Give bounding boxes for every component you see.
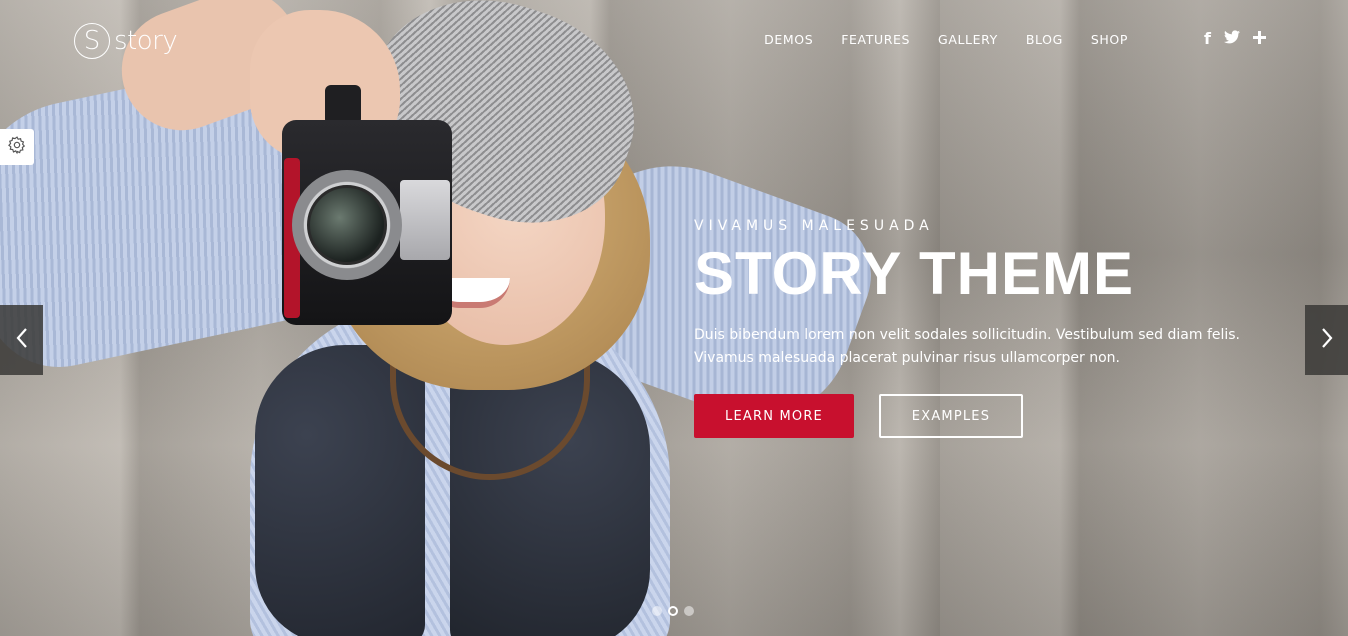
- twitter-icon[interactable]: [1224, 30, 1240, 48]
- slide-eyebrow: VIVAMUS MALESUADA: [694, 218, 934, 234]
- nav-item-blog[interactable]: BLOG: [1026, 32, 1063, 47]
- slide-caption: VIVAMUS MALESUADA STORY THEME Duis biben…: [694, 218, 1294, 438]
- site-logo[interactable]: S story: [74, 23, 178, 59]
- hero-slider: S story DEMOS FEATURES GALLERY BLOG SHOP…: [0, 0, 1348, 636]
- examples-button[interactable]: EXAMPLES: [879, 394, 1023, 438]
- gear-icon: [7, 135, 27, 160]
- chevron-right-icon: [1320, 327, 1334, 354]
- learn-more-button[interactable]: LEARN MORE: [694, 394, 854, 438]
- slider-next-button[interactable]: [1305, 305, 1348, 375]
- slider-dot[interactable]: [684, 606, 694, 616]
- slide-buttons: LEARN MORE EXAMPLES: [694, 394, 1294, 438]
- slider-dot-active[interactable]: [668, 606, 678, 616]
- nav-item-shop[interactable]: SHOP: [1091, 32, 1128, 47]
- slider-prev-button[interactable]: [0, 305, 43, 375]
- logo-text: story: [114, 26, 178, 56]
- photo-camera-plate: [400, 180, 450, 260]
- nav-item-gallery[interactable]: GALLERY: [938, 32, 998, 47]
- photo-camera-knob: [325, 85, 361, 125]
- social-links: f: [1204, 30, 1266, 48]
- slide-title: STORY THEME: [694, 240, 1134, 307]
- slide-description: Duis bibendum lorem non velit sodales so…: [694, 327, 1241, 366]
- logo-mark: S: [74, 23, 110, 59]
- slider-pagination: [652, 606, 694, 616]
- main-nav: DEMOS FEATURES GALLERY BLOG SHOP: [764, 32, 1128, 47]
- nav-item-features[interactable]: FEATURES: [841, 32, 910, 47]
- plus-icon[interactable]: [1253, 30, 1266, 48]
- photo-camera-lens-glass: [307, 185, 387, 265]
- chevron-left-icon: [15, 327, 29, 354]
- settings-tab[interactable]: [0, 129, 34, 165]
- slider-dot[interactable]: [652, 606, 662, 616]
- nav-item-demos[interactable]: DEMOS: [764, 32, 813, 47]
- facebook-icon[interactable]: f: [1204, 30, 1211, 48]
